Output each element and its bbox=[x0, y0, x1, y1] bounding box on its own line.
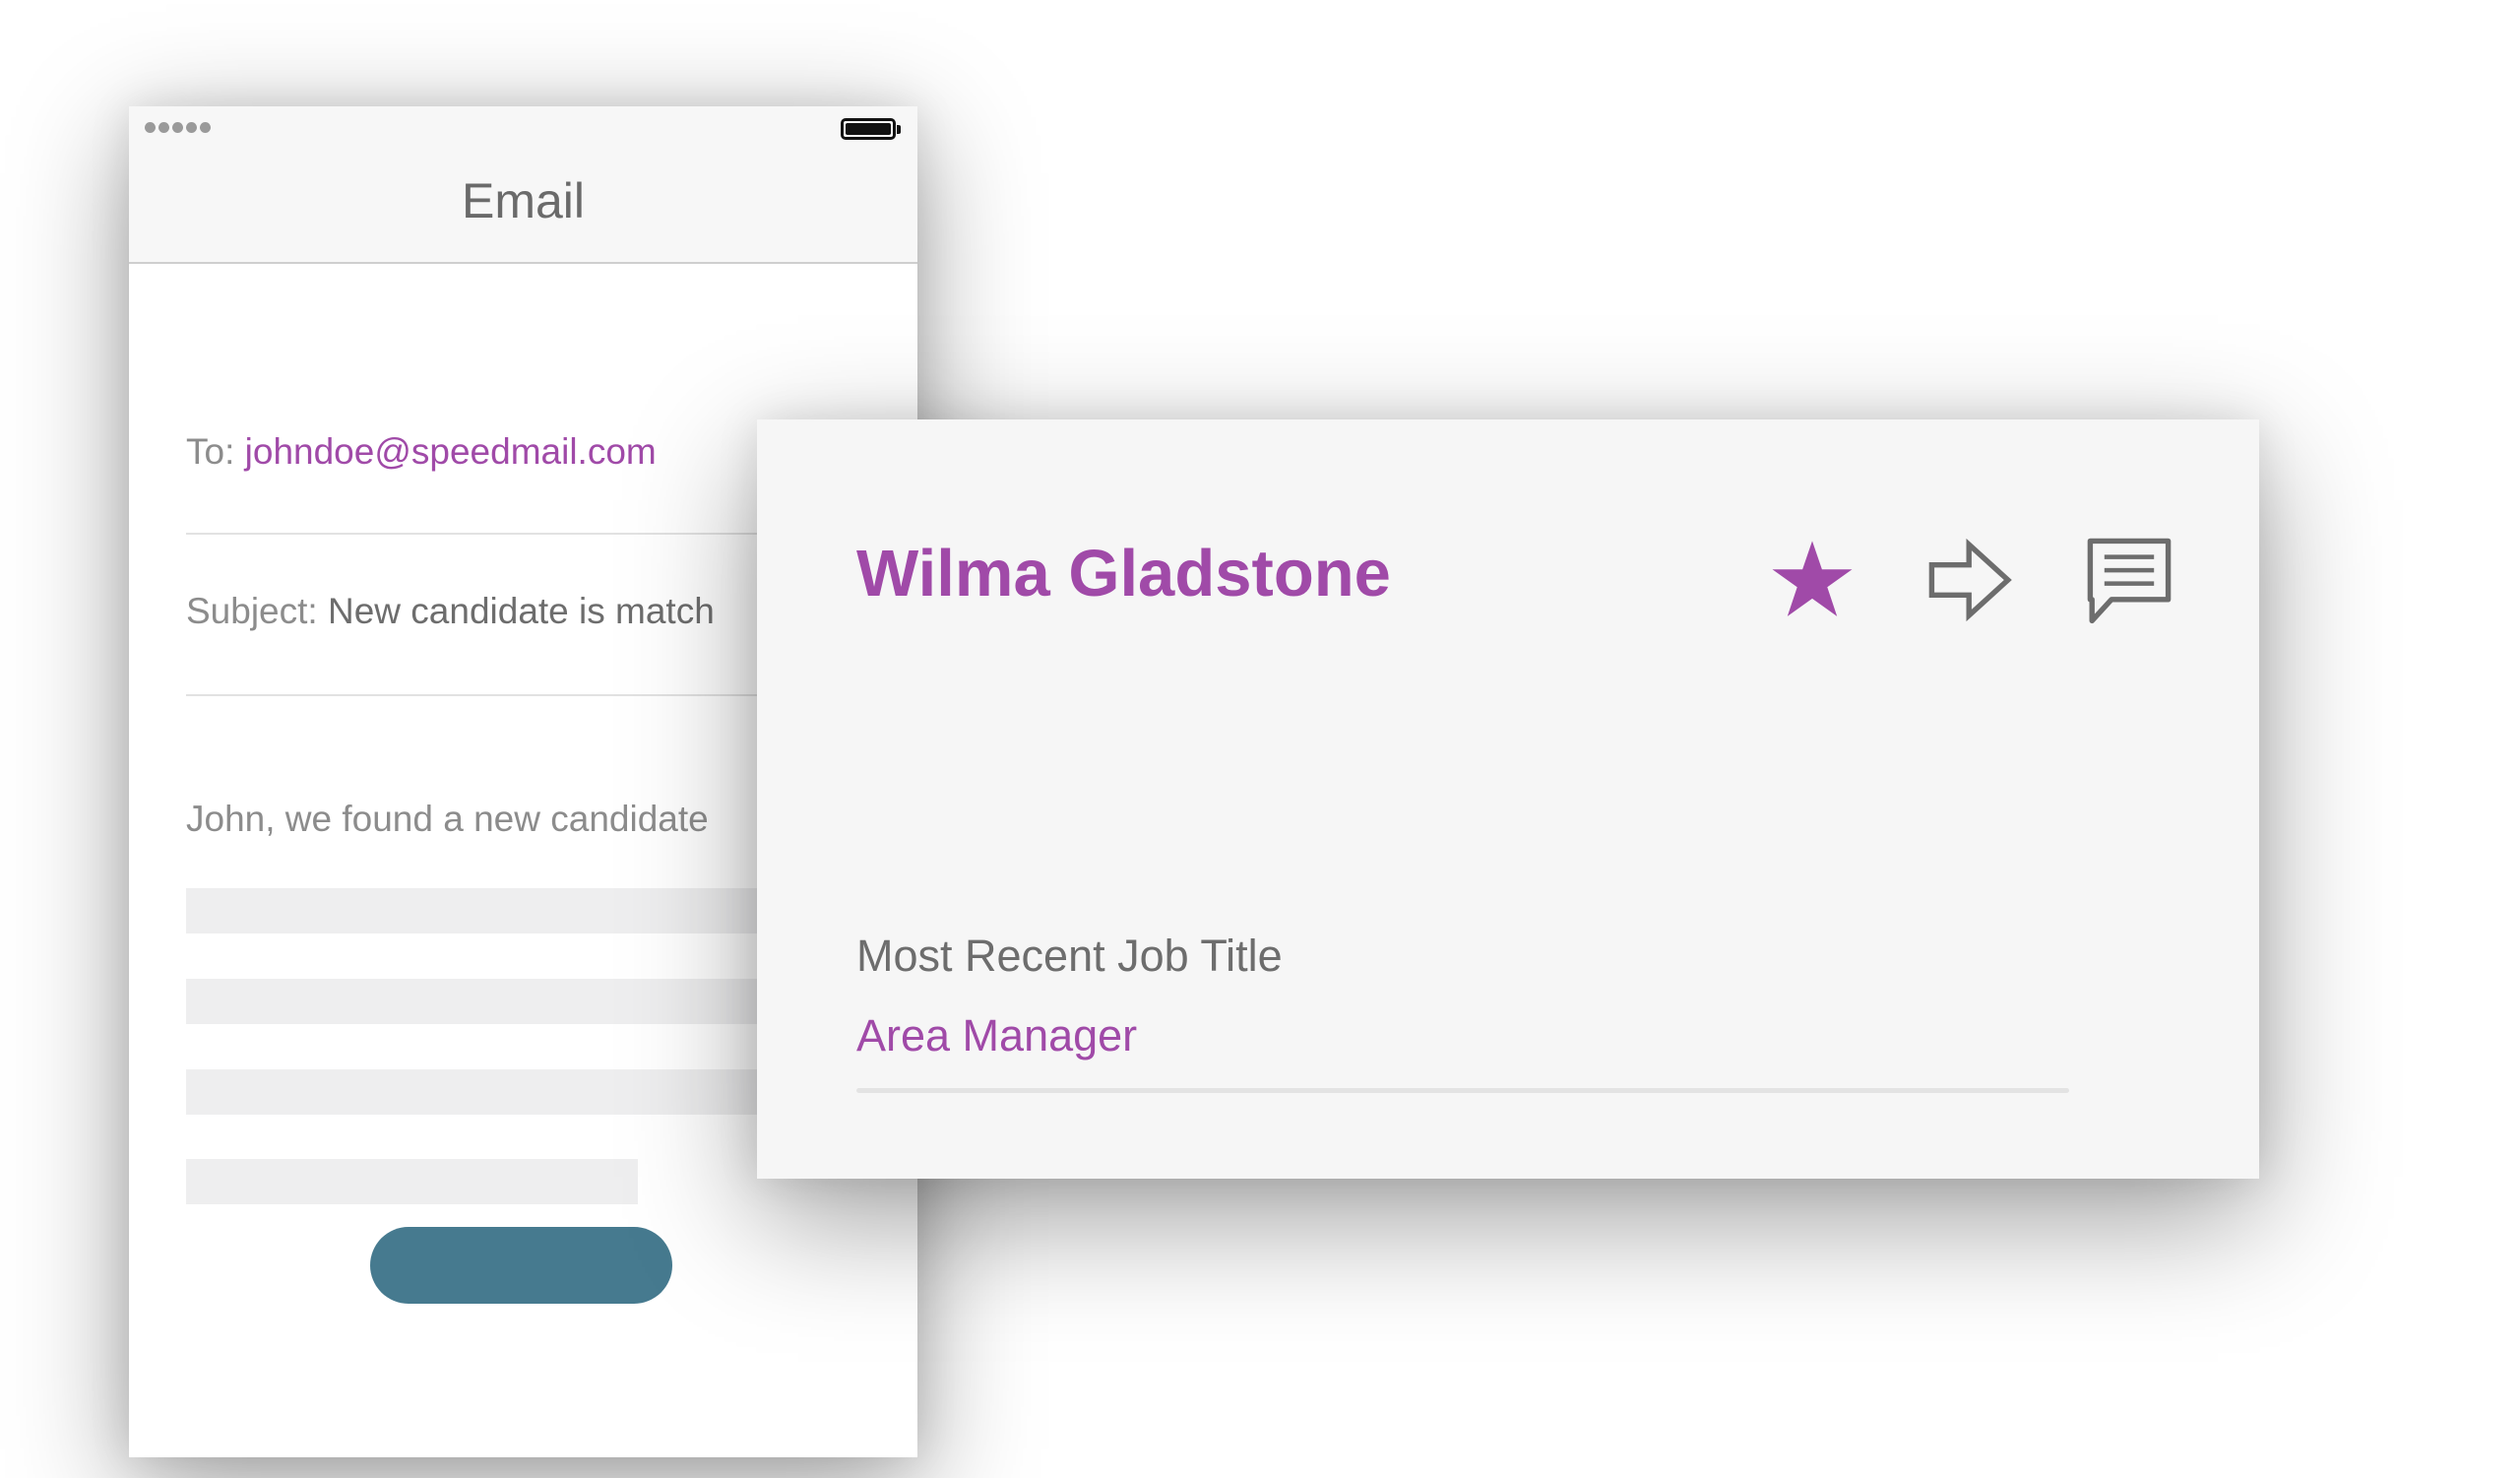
to-field[interactable]: To: johndoe@speedmail.com bbox=[186, 431, 657, 473]
job-title-label: Most Recent Job Title bbox=[856, 931, 1283, 981]
candidate-card: Wilma Gladstone Most Recent Job Title Ar… bbox=[757, 419, 2259, 1179]
job-title-value[interactable]: Area Manager bbox=[856, 1010, 1137, 1061]
illustration-stage: Email To: johndoe@speedmail.com Subject:… bbox=[0, 0, 2520, 1478]
candidate-name[interactable]: Wilma Gladstone bbox=[856, 538, 1391, 610]
email-body-text[interactable]: John, we found a new candidate bbox=[186, 799, 709, 840]
email-action-button[interactable] bbox=[370, 1227, 672, 1304]
message-icon[interactable] bbox=[2085, 536, 2174, 624]
signal-strength-icon bbox=[145, 122, 211, 133]
star-icon[interactable] bbox=[1768, 536, 1857, 624]
forward-arrow-icon[interactable] bbox=[1926, 536, 2015, 624]
job-title-underline bbox=[856, 1088, 2069, 1093]
subject-text[interactable]: New candidate is match bbox=[328, 591, 715, 631]
battery-icon bbox=[841, 118, 901, 140]
to-label: To: bbox=[186, 431, 245, 472]
email-header: Email bbox=[129, 106, 917, 264]
email-title: Email bbox=[461, 173, 586, 228]
to-address[interactable]: johndoe@speedmail.com bbox=[245, 431, 657, 472]
text-placeholder-line bbox=[186, 1159, 638, 1204]
subject-label: Subject: bbox=[186, 591, 328, 631]
subject-field[interactable]: Subject: New candidate is match bbox=[186, 591, 715, 632]
